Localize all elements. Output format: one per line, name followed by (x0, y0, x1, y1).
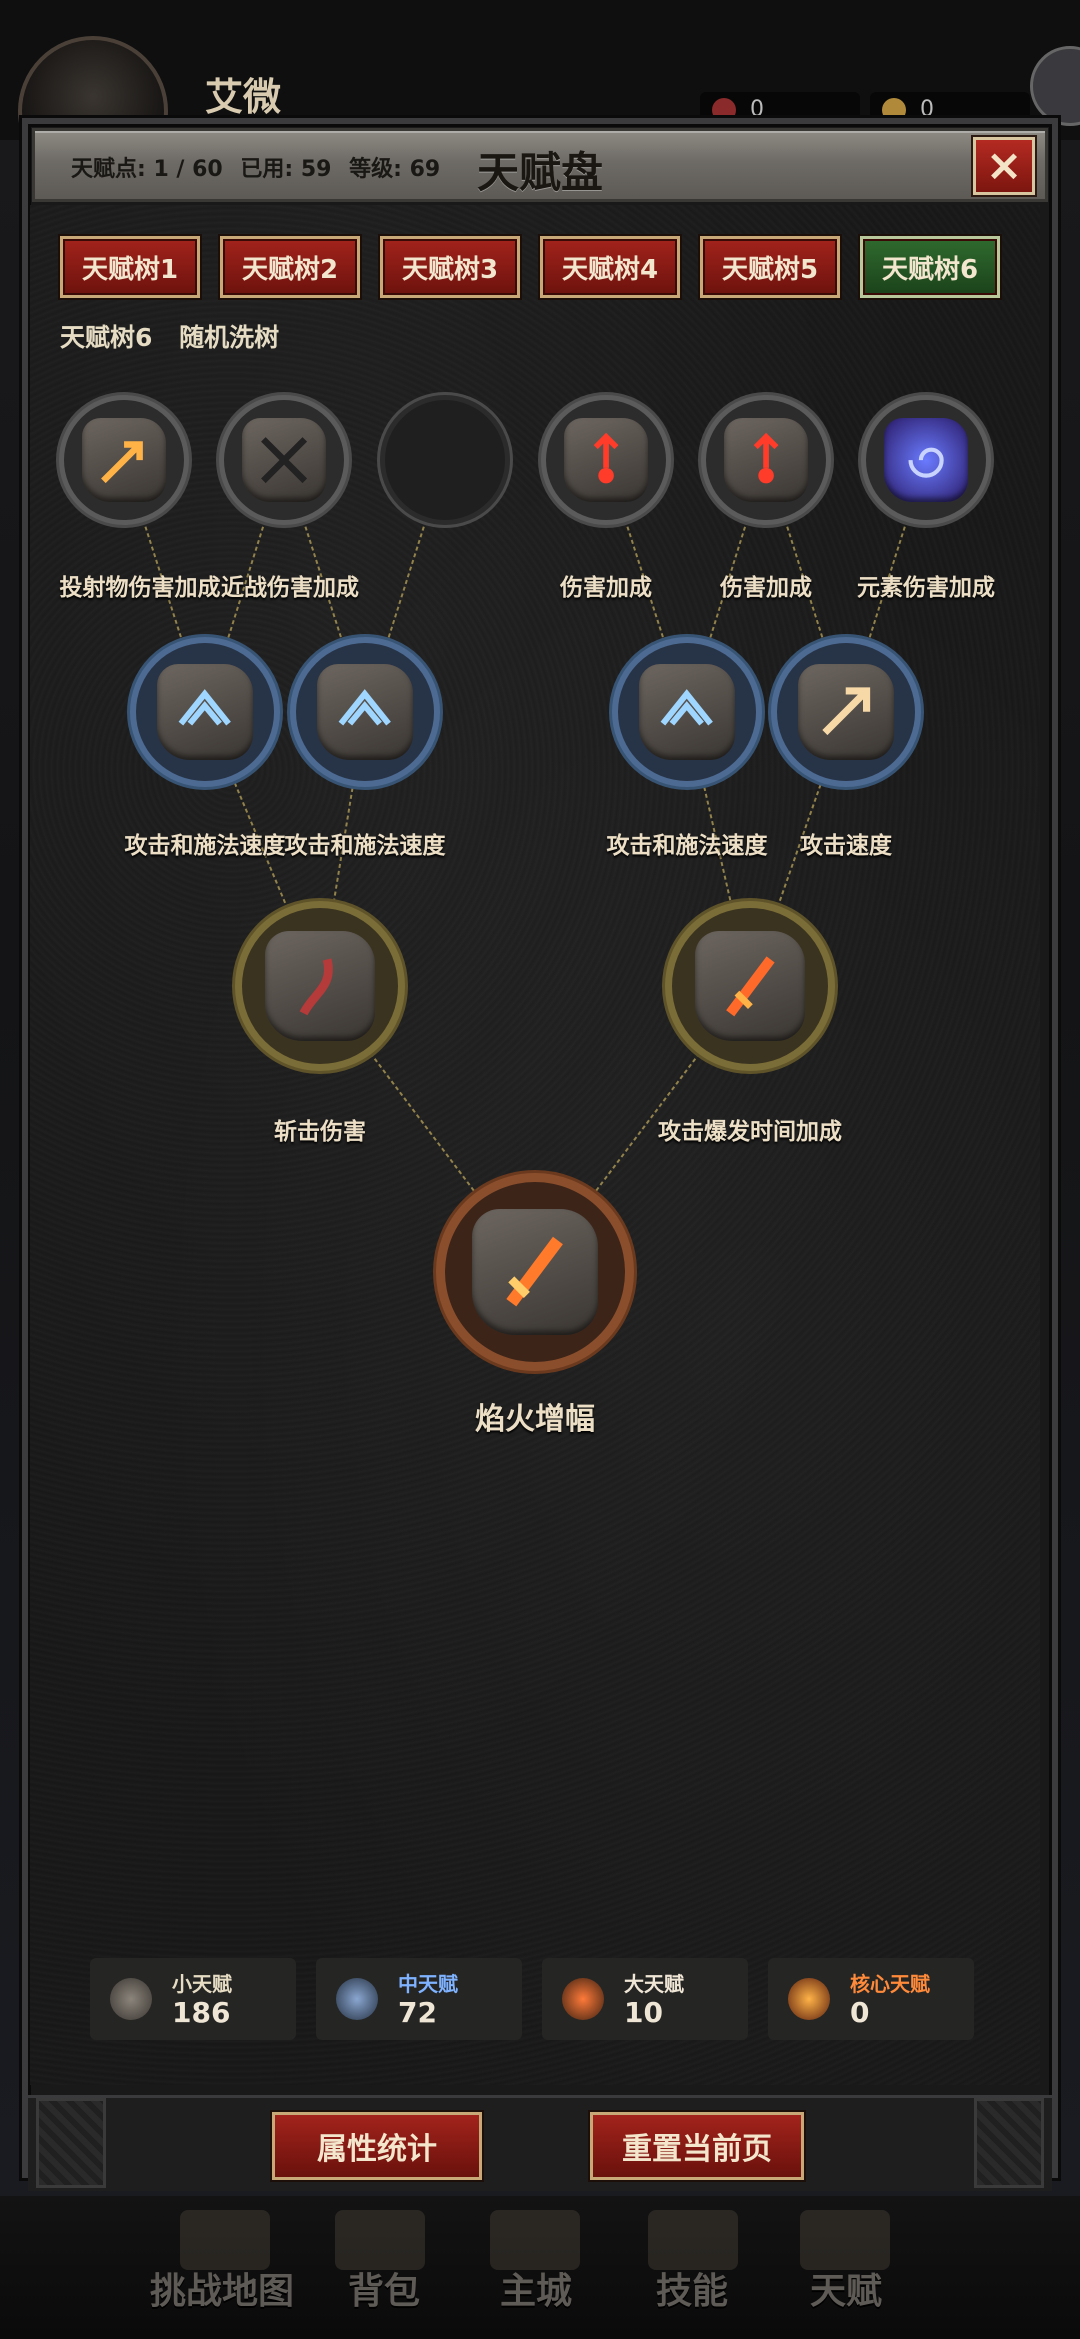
minor-talent-node[interactable] (538, 392, 674, 528)
tree-subtitle: 天赋树6 随机洗树 (60, 318, 297, 354)
minor-talent-node[interactable] (858, 392, 994, 528)
talent-label: 攻击爆发时间加成 (658, 1119, 842, 1145)
talent-label: 近战伤害加成 (221, 575, 359, 601)
skills-icon (648, 2210, 738, 2270)
talent-label: 伤害加成 (560, 575, 652, 601)
talent-label: 伤害加成 (720, 575, 812, 601)
castle-icon (490, 2210, 580, 2270)
tab-talent-tree-4[interactable]: 天赋树4 (540, 236, 680, 298)
nav-talents[interactable]: 天赋 (810, 2262, 882, 2314)
major-talent-counter: 大天赋 10 (542, 1958, 748, 2040)
talent-label: 投射物伤害加成 (59, 575, 221, 601)
map-icon (180, 2210, 270, 2270)
medium-talent-counter: 中天赋 72 (316, 1958, 522, 2040)
major-talent-node[interactable] (662, 898, 838, 1074)
flame-dagger-icon (506, 1237, 564, 1307)
core-talent-counter: 核心天赋 0 (768, 1958, 974, 2040)
corner-ornament-right (974, 2098, 1044, 2188)
corner-ornament-left (36, 2098, 106, 2188)
talent-label: 攻击和施法速度 (284, 833, 446, 859)
talent-label: 攻击和施法速度 (606, 833, 768, 859)
tab-talent-tree-5[interactable]: 天赋树5 (700, 236, 840, 298)
talent-label: 斩击伤害 (274, 1119, 366, 1145)
current-tree-name: 天赋树6 (60, 323, 153, 352)
minor-talent-node[interactable] (216, 392, 352, 528)
core-talent-label: 焰火增幅 (475, 1402, 595, 1437)
talent-label: 攻击和施法速度 (124, 833, 286, 859)
medium-talent-node[interactable] (287, 634, 443, 790)
backpack-icon (335, 2210, 425, 2270)
medium-talent-node[interactable] (609, 634, 765, 790)
nav-backpack[interactable]: 背包 (348, 2262, 420, 2314)
minor-talent-counter: 小天赋 186 (90, 1958, 296, 2040)
vortex-icon (908, 447, 944, 478)
nav-main-city[interactable]: 主城 (500, 2262, 572, 2314)
arrow-icon (100, 441, 143, 484)
tab-talent-tree-2[interactable]: 天赋树2 (220, 236, 360, 298)
nav-skills[interactable]: 技能 (656, 2262, 728, 2314)
minor-talent-icon (110, 1978, 152, 2020)
medium-talent-icon (336, 1978, 378, 2020)
wing-rune-icon (660, 689, 714, 726)
wing-rune-icon (338, 689, 392, 726)
skull-arrow-icon (593, 432, 619, 484)
arrow-rune-icon (822, 687, 871, 736)
action-bar (28, 2095, 1052, 2191)
minor-talent-node[interactable] (698, 392, 834, 528)
tab-talent-tree-6[interactable]: 天赋树6 (860, 236, 1000, 298)
medium-talent-node[interactable] (768, 634, 924, 790)
nav-challenge-map[interactable]: 挑战地图 (150, 2262, 294, 2314)
major-talent-icon (562, 1978, 604, 2020)
attribute-stats-button[interactable]: 属性统计 (272, 2112, 482, 2180)
player-name: 艾微 (205, 75, 282, 119)
wing-rune-icon (178, 689, 232, 726)
talent-label: 攻击速度 (800, 833, 892, 859)
tab-talent-tree-1[interactable]: 天赋树1 (60, 236, 200, 298)
reroll-tree-link[interactable]: 随机洗树 (179, 323, 279, 352)
flame-sword-icon (725, 956, 775, 1016)
reset-page-button[interactable]: 重置当前页 (590, 2112, 804, 2180)
tab-talent-tree-3[interactable]: 天赋树3 (380, 236, 520, 298)
panel-title: 天赋盘 (476, 148, 603, 197)
medium-talent-node[interactable] (127, 634, 283, 790)
panel-title-bar: 天赋点: 1 / 60 已用: 59 等级: 69 天赋盘 × (32, 128, 1048, 202)
empty-talent-slot[interactable] (377, 392, 513, 528)
close-button[interactable]: × (973, 137, 1035, 195)
minor-talent-node[interactable] (56, 392, 192, 528)
core-talent-icon (788, 1978, 830, 2020)
major-talent-node[interactable] (232, 898, 408, 1074)
core-talent-node[interactable] (433, 1170, 637, 1374)
scythe-icon (299, 958, 333, 1016)
talent-label: 元素伤害加成 (857, 575, 995, 601)
crossed-swords-icon (260, 436, 308, 484)
skull-arrow-icon (753, 432, 779, 484)
close-icon: × (985, 140, 1023, 191)
talent-icon (800, 2210, 890, 2270)
